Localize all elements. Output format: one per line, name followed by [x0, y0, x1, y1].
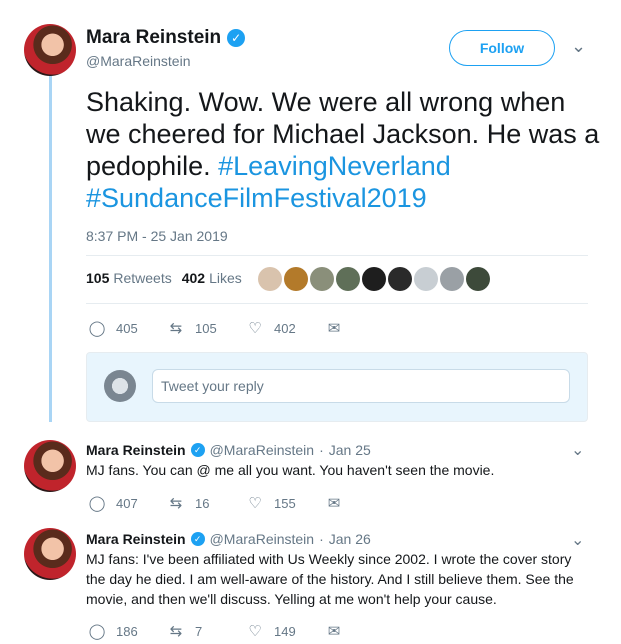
direct-message-button[interactable]: ✉ [325, 319, 404, 337]
liker-avatar[interactable] [466, 267, 490, 291]
liker-avatar[interactable] [258, 267, 282, 291]
reply-button[interactable]: ◯ 407 [88, 494, 167, 512]
like-count: 155 [274, 495, 296, 511]
chevron-down-icon[interactable]: ⌄ [571, 440, 584, 460]
like-count: 149 [274, 623, 296, 639]
reply-icon: ◯ [88, 623, 106, 640]
retweet-button[interactable]: ⇆ 105 [167, 319, 246, 337]
hashtag-leaving-neverland[interactable]: #LeavingNeverland [218, 151, 451, 181]
retweet-icon: ⇆ [169, 320, 183, 337]
tweet-stats: 105 Retweets 402 Likes [86, 270, 252, 286]
like-button[interactable]: ♡ 155 [246, 494, 325, 512]
author-avatar[interactable] [24, 440, 76, 492]
chevron-down-icon[interactable]: ⌄ [571, 36, 586, 57]
reply-icon: ◯ [88, 495, 106, 512]
envelope-icon: ✉ [327, 495, 341, 512]
reply-count: 186 [116, 623, 138, 639]
like-count: 402 [274, 320, 296, 336]
reply-author-name[interactable]: Mara Reinstein [86, 442, 186, 458]
like-button[interactable]: ♡ 149 [246, 622, 325, 640]
liker-avatars [258, 267, 490, 291]
liker-avatar[interactable] [414, 267, 438, 291]
user-avatar [104, 370, 136, 402]
reply-count: 407 [116, 495, 138, 511]
liker-avatar[interactable] [388, 267, 412, 291]
retweet-button[interactable]: ⇆ 7 [167, 622, 246, 640]
tweet-actions: ◯ 407 ⇆ 16 ♡ 155 ✉ [88, 494, 404, 512]
tweet-timestamp[interactable]: 8:37 PM - 25 Jan 2019 [86, 228, 228, 244]
likes-label[interactable]: Likes [209, 270, 242, 286]
reply-icon: ◯ [88, 320, 106, 337]
verified-badge-icon: ✓ [190, 443, 205, 457]
author-avatar[interactable] [24, 24, 76, 76]
author-handle[interactable]: @MaraReinstein [86, 53, 245, 69]
liker-avatar[interactable] [336, 267, 360, 291]
retweet-icon: ⇆ [169, 495, 183, 512]
retweet-count: 105 [195, 320, 217, 336]
reply-input[interactable]: Tweet your reply [152, 369, 570, 403]
reply-handle[interactable]: @MaraReinstein [210, 531, 314, 547]
reply-text: MJ fans. You can @ me all you want. You … [86, 462, 495, 478]
divider [86, 255, 588, 256]
direct-message-button[interactable]: ✉ [325, 622, 404, 640]
retweet-count: 7 [195, 623, 203, 639]
chevron-down-icon[interactable]: ⌄ [571, 530, 584, 550]
retweet-count: 16 [195, 495, 210, 511]
author-header: Mara Reinstein ✓ @MaraReinstein [86, 27, 246, 69]
tweet-actions: ◯ 186 ⇆ 7 ♡ 149 ✉ [88, 622, 404, 640]
reply-composer: Tweet your reply [86, 352, 588, 422]
retweets-count[interactable]: 105 [86, 270, 109, 286]
liker-avatar[interactable] [310, 267, 334, 291]
reply-header: Mara Reinstein ✓ @MaraReinstein · Jan 26 [86, 531, 371, 547]
direct-message-button[interactable]: ✉ [325, 494, 404, 512]
follow-button[interactable]: Follow [449, 30, 555, 66]
author-avatar[interactable] [24, 528, 76, 580]
reply-button[interactable]: ◯ 186 [88, 622, 167, 640]
heart-icon: ♡ [248, 320, 262, 337]
likes-count[interactable]: 402 [182, 270, 205, 286]
reply-date[interactable]: Jan 26 [329, 531, 371, 547]
hashtag-sundance[interactable]: #SundanceFilmFestival2019 [86, 183, 427, 213]
reply-date[interactable]: Jan 25 [329, 442, 371, 458]
heart-icon: ♡ [248, 495, 262, 512]
liker-avatar[interactable] [440, 267, 464, 291]
verified-badge-icon: ✓ [190, 532, 205, 546]
retweets-label[interactable]: Retweets [113, 270, 171, 286]
verified-badge-icon: ✓ [227, 29, 246, 47]
author-name[interactable]: Mara Reinstein [86, 27, 221, 49]
reply-handle[interactable]: @MaraReinstein [210, 442, 314, 458]
liker-avatar[interactable] [284, 267, 308, 291]
tweet-actions: ◯ 405 ⇆ 105 ♡ 402 ✉ [88, 319, 404, 337]
envelope-icon: ✉ [327, 623, 341, 640]
liker-avatar[interactable] [362, 267, 386, 291]
thread-line [49, 72, 52, 422]
reply-header: Mara Reinstein ✓ @MaraReinstein · Jan 25 [86, 442, 371, 458]
envelope-icon: ✉ [327, 320, 341, 337]
like-button[interactable]: ♡ 402 [246, 319, 325, 337]
heart-icon: ♡ [248, 623, 262, 640]
divider [86, 303, 588, 304]
tweet-text: Shaking. Wow. We were all wrong when we … [86, 86, 606, 214]
reply-text: MJ fans: I've been affiliated with Us We… [86, 551, 574, 607]
reply-button[interactable]: ◯ 405 [88, 319, 167, 337]
retweet-icon: ⇆ [169, 623, 183, 640]
reply-author-name[interactable]: Mara Reinstein [86, 531, 186, 547]
retweet-button[interactable]: ⇆ 16 [167, 494, 246, 512]
reply-count: 405 [116, 320, 138, 336]
